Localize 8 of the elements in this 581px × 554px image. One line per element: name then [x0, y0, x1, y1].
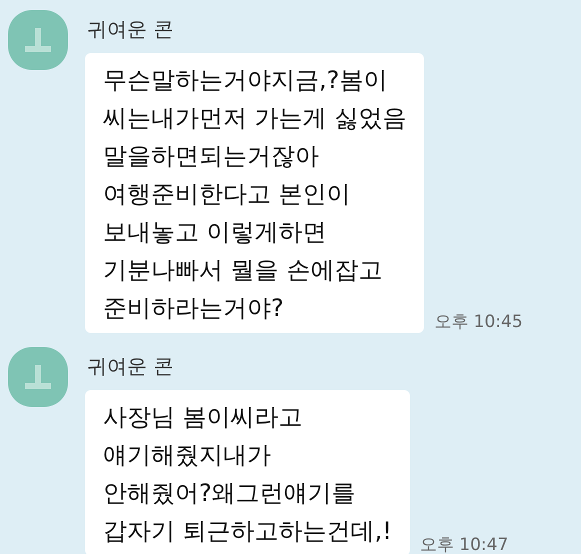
message-bubble: 사장님 봄이씨라고 얘기해줬지내가 안해줬어?왜그런얘기를 갑자기 퇴근하고하는건데,! — [85, 390, 410, 554]
message-time: 오후 10:47 — [420, 534, 508, 554]
message-bubble: 무슨말하는거야지금,?봄이 씨는내가먼저 가는게 싫었음 말을하면되는거잖아 여행준비한다고 본인이 보내놓고 이렇게하면 기분나빠서 뭘을 손에잡고 준비하라는거야? — [85, 53, 424, 333]
message-time: 오후 10:45 — [434, 311, 523, 333]
avatar-icon[interactable] — [8, 347, 68, 407]
avatar-icon[interactable] — [8, 10, 68, 70]
sender-name: 귀여운 콘 — [87, 16, 174, 43]
sender-name: 귀여운 콘 — [87, 353, 174, 380]
